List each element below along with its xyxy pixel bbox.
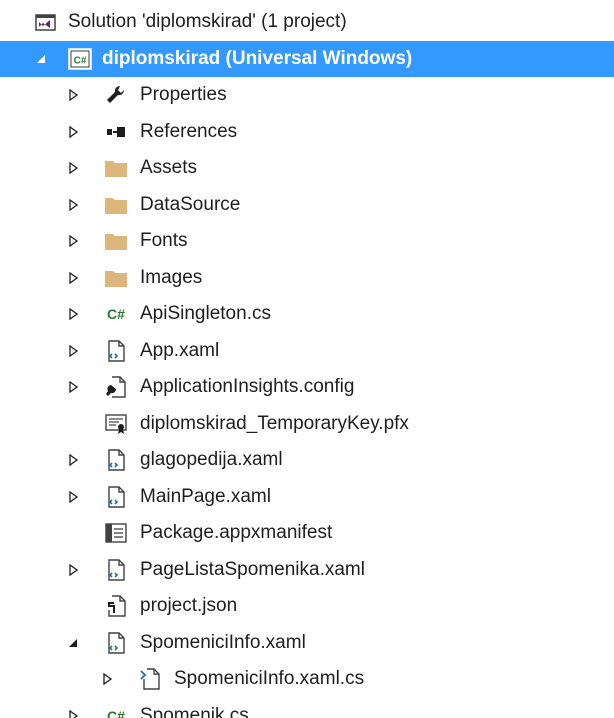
- project-label: diplomskirad (Universal Windows): [102, 47, 413, 69]
- tree-item-mainpage-xaml[interactable]: MainPage.xaml: [0, 479, 614, 516]
- collapsed-triangle-icon[interactable]: [64, 378, 82, 396]
- tree-item-label: project.json: [140, 595, 238, 617]
- csharp-codebehind-icon: [138, 667, 162, 691]
- folder-icon: [104, 156, 128, 180]
- tree-item-spomenik-cs[interactable]: C# Spomenik.cs: [0, 698, 614, 718]
- tree-item-app-xaml[interactable]: App.xaml: [0, 333, 614, 370]
- tree-item-label: ApplicationInsights.config: [140, 376, 355, 398]
- certificate-file-icon: [104, 412, 128, 436]
- wrench-icon: [104, 83, 128, 107]
- collapsed-triangle-icon[interactable]: [64, 196, 82, 214]
- xaml-file-icon: [104, 448, 128, 472]
- collapsed-triangle-icon[interactable]: [64, 269, 82, 287]
- tree-item-pagelistaspomenika-xaml[interactable]: PageListaSpomenika.xaml: [0, 552, 614, 589]
- tree-item-project[interactable]: C# diplomskirad (Universal Windows): [0, 40, 614, 77]
- csharp-file-icon: C#: [107, 707, 125, 718]
- collapsed-triangle-icon[interactable]: [64, 86, 82, 104]
- tree-item-folder-assets[interactable]: Assets: [0, 150, 614, 187]
- xaml-file-icon: [104, 558, 128, 582]
- tree-item-label: DataSource: [140, 193, 241, 215]
- tree-item-project-json[interactable]: project.json: [0, 588, 614, 625]
- references-icon: [104, 120, 128, 144]
- folder-icon: [104, 229, 128, 253]
- tree-item-temporarykey-pfx[interactable]: diplomskirad_TemporaryKey.pfx: [0, 406, 614, 443]
- xaml-file-icon: [104, 485, 128, 509]
- collapsed-triangle-icon[interactable]: [64, 707, 82, 718]
- collapsed-triangle-icon[interactable]: [64, 342, 82, 360]
- collapsed-triangle-icon[interactable]: [64, 232, 82, 250]
- collapsed-triangle-icon[interactable]: [64, 561, 82, 579]
- solution-explorer-tree: Solution 'diplomskirad' (1 project) C# d…: [0, 0, 614, 718]
- solution-label: Solution 'diplomskirad' (1 project): [68, 11, 347, 33]
- tree-item-label: MainPage.xaml: [140, 485, 271, 507]
- config-file-icon: [104, 375, 128, 399]
- csharp-project-icon: C#: [68, 47, 92, 71]
- collapsed-triangle-icon[interactable]: [64, 123, 82, 141]
- tree-item-folder-fonts[interactable]: Fonts: [0, 223, 614, 260]
- tree-item-label: glagopedija.xaml: [140, 449, 283, 471]
- expanded-triangle-icon[interactable]: [32, 50, 50, 68]
- tree-item-label: Properties: [140, 84, 227, 106]
- tree-item-label: Assets: [140, 157, 198, 179]
- tree-item-solution[interactable]: Solution 'diplomskirad' (1 project): [0, 4, 614, 41]
- tree-item-spomeniciinfo-xaml-cs[interactable]: SpomeniciInfo.xaml.cs: [0, 661, 614, 698]
- collapsed-triangle-icon[interactable]: [64, 305, 82, 323]
- tree-item-label: References: [140, 120, 238, 142]
- csharp-file-icon: C#: [107, 306, 125, 323]
- folder-icon: [104, 266, 128, 290]
- json-file-icon: [104, 594, 128, 618]
- manifest-file-icon: [104, 521, 128, 545]
- xaml-file-icon: [104, 339, 128, 363]
- tree-item-label: PageListaSpomenika.xaml: [140, 558, 365, 580]
- collapsed-triangle-icon[interactable]: [64, 159, 82, 177]
- tree-item-label: App.xaml: [140, 339, 220, 361]
- collapsed-triangle-icon[interactable]: [98, 670, 116, 688]
- tree-item-label: Images: [140, 266, 203, 288]
- tree-item-label: Fonts: [140, 230, 188, 252]
- tree-item-label: ApiSingleton.cs: [140, 303, 271, 325]
- collapsed-triangle-icon[interactable]: [64, 451, 82, 469]
- folder-icon: [104, 193, 128, 217]
- tree-item-label: SpomeniciInfo.xaml: [140, 631, 306, 653]
- tree-item-folder-images[interactable]: Images: [0, 260, 614, 297]
- tree-item-label: Spomenik.cs: [140, 704, 249, 718]
- visual-studio-solution-icon: [34, 10, 58, 34]
- tree-item-label: Package.appxmanifest: [140, 522, 333, 544]
- tree-item-references[interactable]: References: [0, 114, 614, 151]
- expanded-triangle-icon[interactable]: [64, 634, 82, 652]
- tree-item-apisingleton-cs[interactable]: C# ApiSingleton.cs: [0, 296, 614, 333]
- tree-item-label: diplomskirad_TemporaryKey.pfx: [140, 412, 409, 434]
- tree-item-package-appxmanifest[interactable]: Package.appxmanifest: [0, 515, 614, 552]
- tree-item-applicationinsights-config[interactable]: ApplicationInsights.config: [0, 369, 614, 406]
- tree-item-glagopedija-xaml[interactable]: glagopedija.xaml: [0, 442, 614, 479]
- svg-text:C#: C#: [74, 55, 87, 66]
- collapsed-triangle-icon[interactable]: [64, 488, 82, 506]
- tree-item-label: SpomeniciInfo.xaml.cs: [174, 668, 365, 690]
- xaml-file-icon: [104, 631, 128, 655]
- tree-item-folder-datasource[interactable]: DataSource: [0, 187, 614, 224]
- tree-item-spomeniciinfo-xaml[interactable]: SpomeniciInfo.xaml: [0, 625, 614, 662]
- tree-item-properties[interactable]: Properties: [0, 77, 614, 114]
